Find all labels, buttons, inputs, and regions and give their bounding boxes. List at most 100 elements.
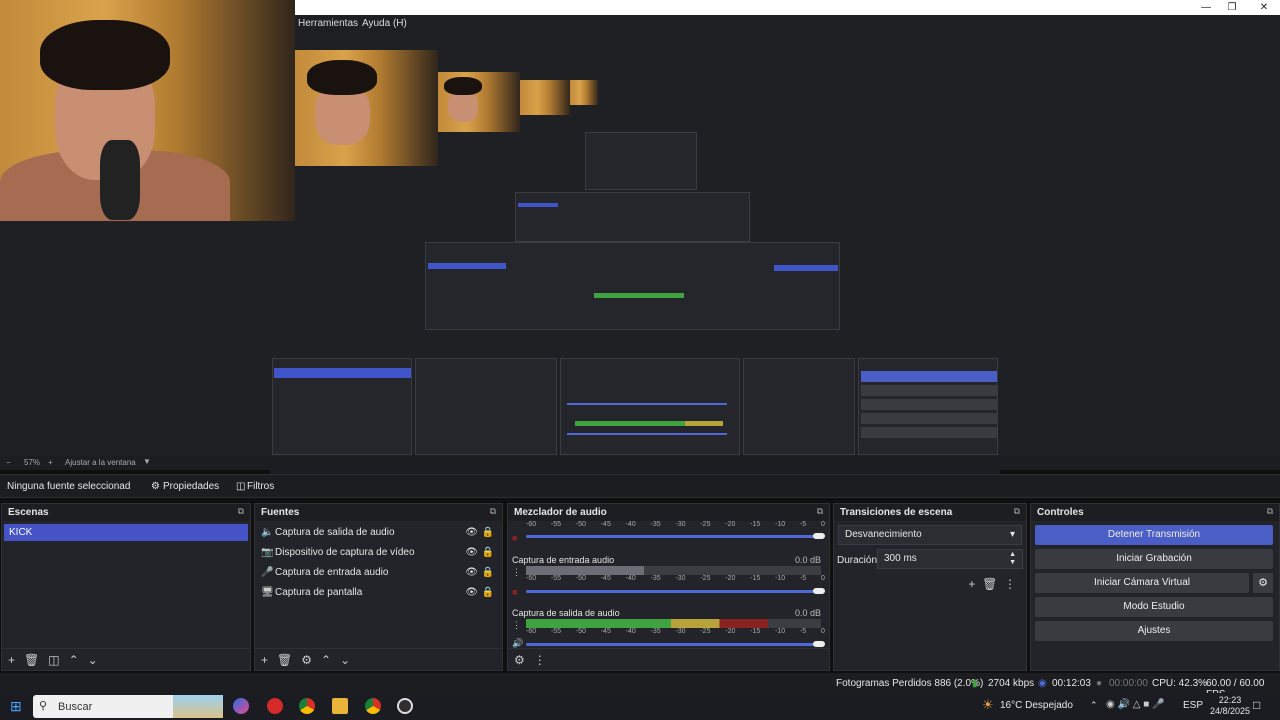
float-icon[interactable]: ⧉ — [490, 506, 496, 517]
float-icon[interactable]: ⧉ — [238, 506, 244, 517]
meter-scale: -60 -55 -50 -45 -40 -35 -30 -25 -20 -15 -10 -5 0 — [526, 521, 825, 528]
volume-slider[interactable] — [526, 535, 821, 538]
lock-icon[interactable]: 🔒 — [482, 587, 494, 598]
trash-icon[interactable]: 🗑 — [982, 577, 997, 591]
taskbar-search[interactable]: ⚲ Buscar — [33, 695, 223, 718]
zoom-out-icon[interactable]: − — [6, 458, 11, 467]
chevron-up-icon[interactable]: ⌃ — [1090, 700, 1098, 711]
preview-area[interactable] — [0, 0, 1280, 484]
chevron-down-icon[interactable]: ⌄ — [340, 653, 350, 667]
eye-icon[interactable]: 👁 — [465, 527, 478, 538]
source-item[interactable]: 📷 Dispositivo de captura de vídeo 👁 🔒 — [255, 544, 502, 564]
mixer-toolbar: ⚙ ⋮ — [508, 648, 829, 670]
start-recording-button[interactable]: Iniciar Grabación — [1035, 549, 1273, 569]
stop-stream-button[interactable]: Detener Transmisión — [1035, 525, 1273, 545]
eye-icon[interactable]: 👁 — [465, 567, 478, 578]
mute-icon[interactable]: ■ — [512, 587, 517, 597]
filters-button[interactable]: Filtros — [247, 481, 274, 492]
chevron-up-icon[interactable]: ⌃ — [321, 653, 331, 667]
chevron-down-icon[interactable]: ▼ — [143, 457, 151, 466]
scale-tick: -60 — [526, 628, 537, 635]
language-indicator[interactable]: ESP — [1183, 700, 1203, 711]
file-explorer-icon[interactable] — [332, 698, 348, 714]
duration-input[interactable]: 300 ms ▲ ▼ — [877, 549, 1023, 569]
chevron-up-icon[interactable]: ⌃ — [69, 653, 79, 667]
chevron-down-icon: ▾ — [1009, 529, 1015, 540]
lock-icon[interactable]: 🔒 — [482, 527, 494, 538]
studio-mode-button[interactable]: Modo Estudio — [1035, 597, 1273, 617]
scale-tick: -40 — [625, 628, 636, 635]
gear-icon[interactable]: ⚙ — [301, 653, 312, 667]
eye-icon[interactable]: 👁 — [465, 587, 478, 598]
settings-button[interactable]: Ajustes — [1035, 621, 1273, 641]
volume-slider[interactable] — [526, 643, 821, 646]
chevron-down-icon[interactable]: ⌄ — [88, 653, 98, 667]
scale-tick: 0 — [820, 521, 825, 528]
audio-mixer-dock: Mezclador de audio ⧉ -60 -55 -50 -45 -40 -35 -3… — [507, 503, 830, 671]
copilot-icon[interactable] — [233, 698, 249, 714]
mute-icon[interactable]: ■ — [512, 533, 517, 543]
maximize-icon[interactable]: ❐ — [1222, 2, 1242, 13]
tray-icons[interactable]: ◉ 🔊 △ ■ 🎤 — [1106, 699, 1164, 710]
source-item[interactable]: 🔈 Captura de salida de audio 👁 🔒 — [255, 524, 502, 544]
add-icon[interactable]: + — [8, 653, 15, 667]
chrome-profile-icon[interactable] — [365, 698, 381, 714]
float-icon[interactable]: ⧉ — [1267, 506, 1273, 517]
transition-select[interactable]: Desvanecimiento ▾ — [838, 525, 1022, 545]
source-item[interactable]: 🖥Captura de pantalla 👁 🔒 — [255, 584, 502, 604]
source-toolbar: Ninguna fuente seleccionad ⚙ Propiedades… — [0, 474, 1280, 498]
kebab-icon[interactable]: ⋮ — [534, 653, 546, 667]
scale-tick: 0 — [820, 628, 825, 635]
scale-tick: -15 — [750, 575, 761, 582]
source-item[interactable]: 🎤 Captura de entrada audio 👁 🔒 — [255, 564, 502, 584]
kebab-icon[interactable]: ⋮ — [1004, 577, 1016, 591]
dropped-frames: Fotogramas Perdidos 886 (2.0%) — [836, 678, 984, 689]
lock-icon[interactable]: 🔒 — [482, 567, 494, 578]
spin-icon[interactable]: ▲ ▼ — [1009, 551, 1016, 567]
opera-icon[interactable] — [267, 698, 283, 714]
filter-icon[interactable]: ◫ — [236, 481, 245, 492]
volume-knob[interactable] — [813, 641, 825, 647]
gear-icon[interactable]: ⚙ — [514, 653, 525, 667]
virtual-camera-button[interactable]: Iniciar Cámara Virtual — [1035, 573, 1249, 593]
chrome-icon[interactable] — [299, 698, 315, 714]
scale-tick: -55 — [550, 628, 562, 635]
trash-icon[interactable]: 🗑 — [24, 653, 39, 667]
kebab-icon[interactable]: ⋮ — [512, 620, 521, 631]
notification-icon[interactable]: □ — [1253, 698, 1260, 712]
eye-icon[interactable]: 👁 — [465, 547, 478, 558]
float-icon[interactable]: ⧉ — [1014, 506, 1020, 517]
kebab-icon[interactable]: ⋮ — [512, 567, 521, 578]
volume-knob[interactable] — [813, 533, 825, 539]
gear-icon[interactable]: ⚙ — [1253, 573, 1273, 593]
obs-icon[interactable] — [397, 698, 413, 714]
volume-knob[interactable] — [813, 588, 825, 594]
properties-button[interactable]: Propiedades — [163, 481, 219, 492]
add-icon[interactable]: + — [968, 577, 975, 591]
float-icon[interactable]: ⧉ — [817, 506, 823, 517]
zoom-in-icon[interactable]: + — [48, 458, 53, 467]
channel-name: Captura de entrada audio — [512, 555, 615, 565]
clock-time[interactable]: 22:23 — [1212, 695, 1248, 705]
scale-tick: -20 — [725, 575, 736, 582]
trash-icon[interactable]: 🗑 — [277, 653, 292, 667]
add-icon[interactable]: + — [261, 653, 268, 667]
zoom-fit-label[interactable]: Ajustar a la ventana — [65, 458, 136, 467]
menu-tools[interactable]: Herramientas — [298, 18, 358, 29]
lock-icon[interactable]: 🔒 — [482, 547, 494, 558]
menu-help[interactable]: Ayuda (H) — [362, 18, 407, 29]
windows-start-icon[interactable]: ⊞ — [10, 698, 22, 715]
filter-icon[interactable]: ◫ — [48, 653, 59, 667]
webcam-feed — [0, 0, 295, 221]
camera-icon: 📷 — [261, 547, 274, 558]
scene-item-kick[interactable]: KICK — [4, 524, 248, 541]
level-meter — [526, 566, 821, 575]
clock-date[interactable]: 24/8/2025 — [1206, 706, 1254, 716]
volume-slider[interactable] — [526, 590, 821, 593]
scale-tick: -30 — [675, 628, 686, 635]
minimize-icon[interactable]: — — [1196, 2, 1216, 13]
scale-tick: -35 — [650, 628, 661, 635]
weather-text[interactable]: 16°C Despejado — [1000, 700, 1073, 711]
gear-icon[interactable]: ⚙ — [151, 481, 160, 492]
close-icon[interactable]: ✕ — [1254, 2, 1274, 13]
